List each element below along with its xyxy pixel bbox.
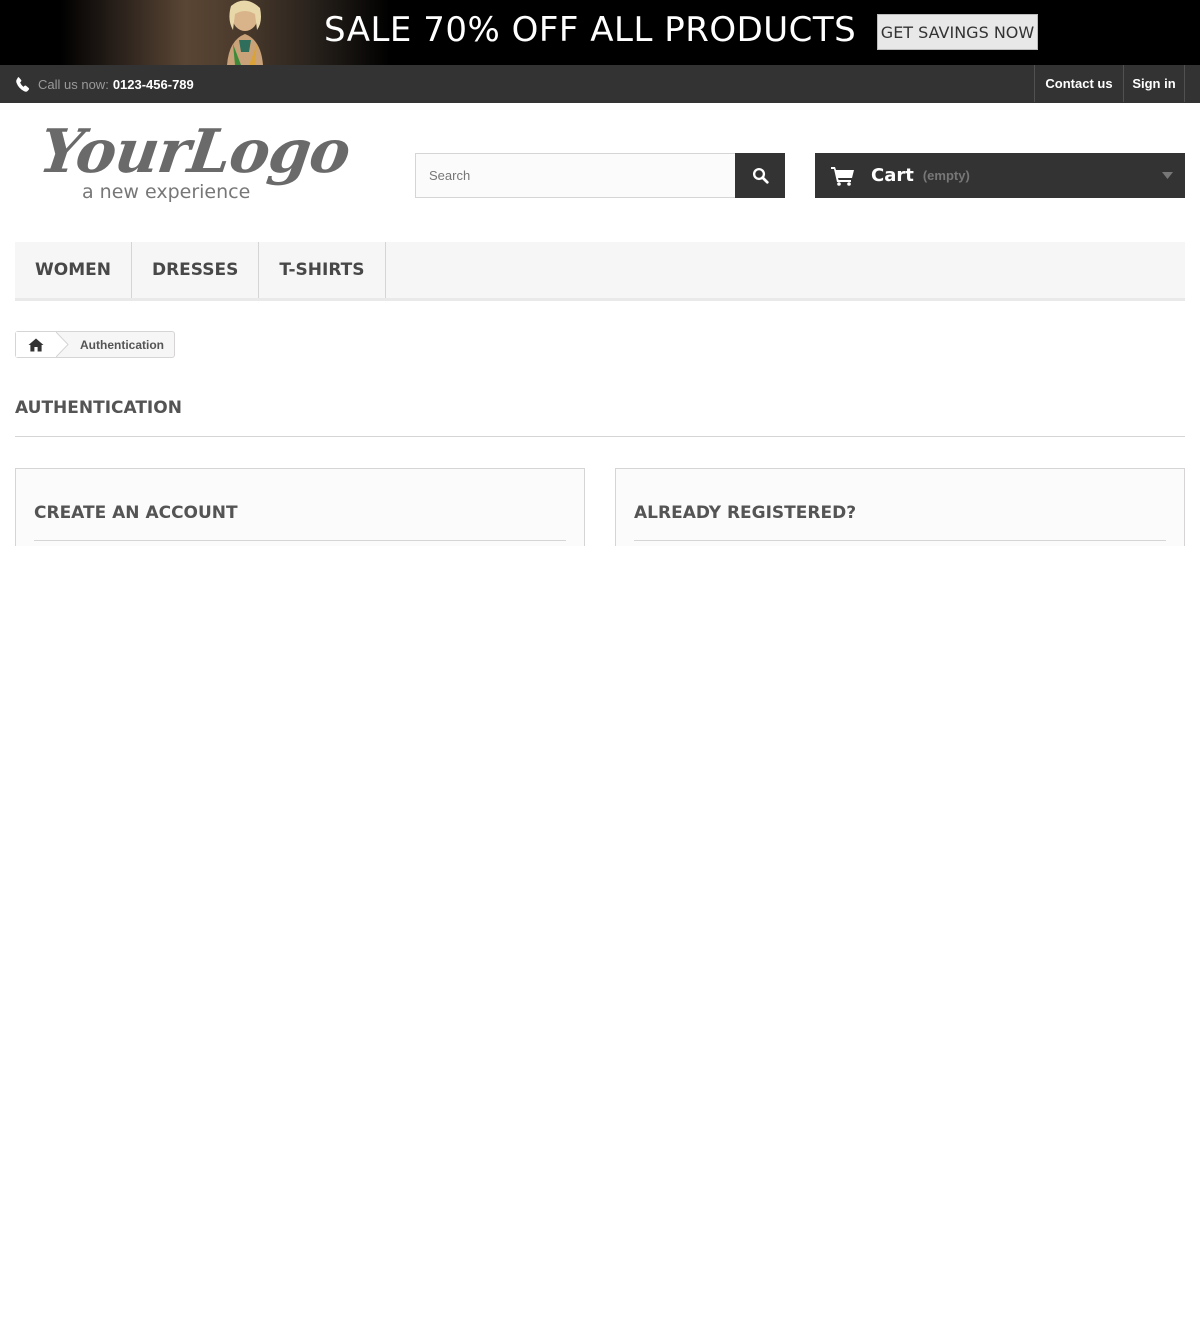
already-registered-box: ALREADY REGISTERED? [615,468,1185,546]
site-logo[interactable]: YourLogo a new experience [35,117,354,210]
breadcrumb: Authentication [15,331,175,358]
create-account-box: CREATE AN ACCOUNT [15,468,585,546]
phone-info: Call us now: 0123-456-789 [15,73,194,95]
already-registered-divider [634,540,1166,541]
home-icon [28,338,44,351]
caret-down-icon [1162,172,1173,179]
search-button[interactable] [735,153,785,198]
cart-icon [831,166,854,186]
breadcrumb-home[interactable] [16,332,56,357]
main-menu: WOMEN DRESSES T-SHIRTS [15,242,1185,301]
phone-icon [16,76,30,92]
already-registered-title: ALREADY REGISTERED? [634,503,857,523]
breadcrumb-separator [56,332,69,357]
cart-block[interactable]: Cart (empty) [815,153,1185,198]
banner-headline: SALE 70% OFF ALL PRODUCTS [324,10,857,50]
page-title: AUTHENTICATION [15,398,182,418]
create-account-title: CREATE AN ACCOUNT [34,503,238,523]
search-input[interactable] [415,153,735,198]
page-title-divider [15,436,1185,437]
menu-item-t-shirts[interactable]: T-SHIRTS [259,242,386,298]
sign-in-link[interactable]: Sign in [1123,65,1185,102]
phone-prefix: Call us now: [38,76,109,92]
get-savings-button[interactable]: GET SAVINGS NOW [877,14,1038,50]
search-form [415,153,785,198]
logo-wordmark: YourLogo [35,117,354,187]
search-icon [752,167,769,184]
phone-number: 0123-456-789 [112,76,194,92]
banner-model-image [227,0,263,65]
contact-us-link[interactable]: Contact us [1034,65,1123,102]
create-account-divider [34,540,566,541]
cart-label: Cart [871,165,914,186]
menu-item-dresses[interactable]: DRESSES [132,242,260,298]
logo-tagline: a new experience [82,181,251,203]
cart-status: (empty) [922,168,970,183]
breadcrumb-current: Authentication [80,337,164,352]
menu-item-women[interactable]: WOMEN [15,242,132,298]
promo-banner[interactable]: SALE 70% OFF ALL PRODUCTS GET SAVINGS NO… [0,0,1200,65]
top-nav-bar: Call us now: 0123-456-789 Contact us Sig… [0,65,1200,103]
